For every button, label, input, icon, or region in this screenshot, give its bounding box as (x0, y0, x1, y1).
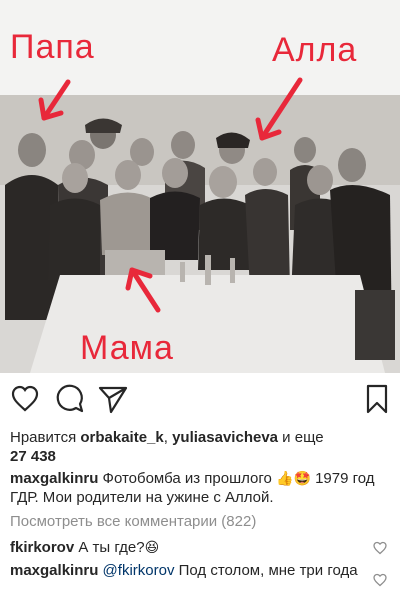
liker-username[interactable]: orbakaite_k (80, 429, 163, 446)
caption-text: Фотобомба из прошлого (98, 470, 277, 487)
star-struck-emoji: 🤩 (293, 470, 311, 486)
liker-username[interactable]: yuliasavicheva (172, 429, 278, 446)
likes-prefix: Нравится (10, 429, 81, 446)
view-all-comments-link[interactable]: Посмотреть все комментарии (822) (10, 513, 256, 530)
comment-text: А ты где? (74, 539, 145, 556)
comment-icon[interactable] (53, 382, 87, 416)
heart-icon[interactable] (8, 382, 42, 416)
comment-mention[interactable]: @fkirkorov (103, 562, 175, 579)
label-alla: Алла (272, 31, 358, 69)
comment-item: maxgalkinru @fkirkorov Под столом, мне т… (10, 561, 360, 581)
caption-username[interactable]: maxgalkinru (10, 470, 98, 487)
laughing-emoji: 😆 (144, 539, 160, 555)
paper-plane-icon[interactable] (96, 382, 130, 416)
bookmark-icon[interactable] (360, 382, 394, 416)
likes-line: Нравится orbakaite_k, yuliasavicheva и е… (10, 428, 390, 466)
post-photo[interactable]: Папа Алла Мама (0, 0, 400, 373)
comment-like-heart-icon[interactable] (372, 572, 388, 588)
likes-separator: , (163, 429, 173, 446)
label-papa: Папа (10, 28, 95, 66)
comment-text: Под столом, мне три года (174, 562, 358, 579)
comment-username[interactable]: maxgalkinru (10, 562, 98, 579)
comment-username[interactable]: fkirkorov (10, 539, 74, 556)
thumbs-up-emoji: 👍 (276, 470, 294, 486)
post-caption: maxgalkinru Фотобомба из прошлого 👍🤩 197… (10, 469, 390, 507)
comment-like-heart-icon[interactable] (372, 540, 388, 556)
likes-and-more: и еще (278, 429, 324, 446)
likes-count[interactable]: 27 438 (10, 448, 56, 465)
comment-item: fkirkorov А ты где?😆 (10, 537, 360, 558)
label-mama: Мама (80, 329, 174, 367)
action-bar (0, 382, 400, 422)
